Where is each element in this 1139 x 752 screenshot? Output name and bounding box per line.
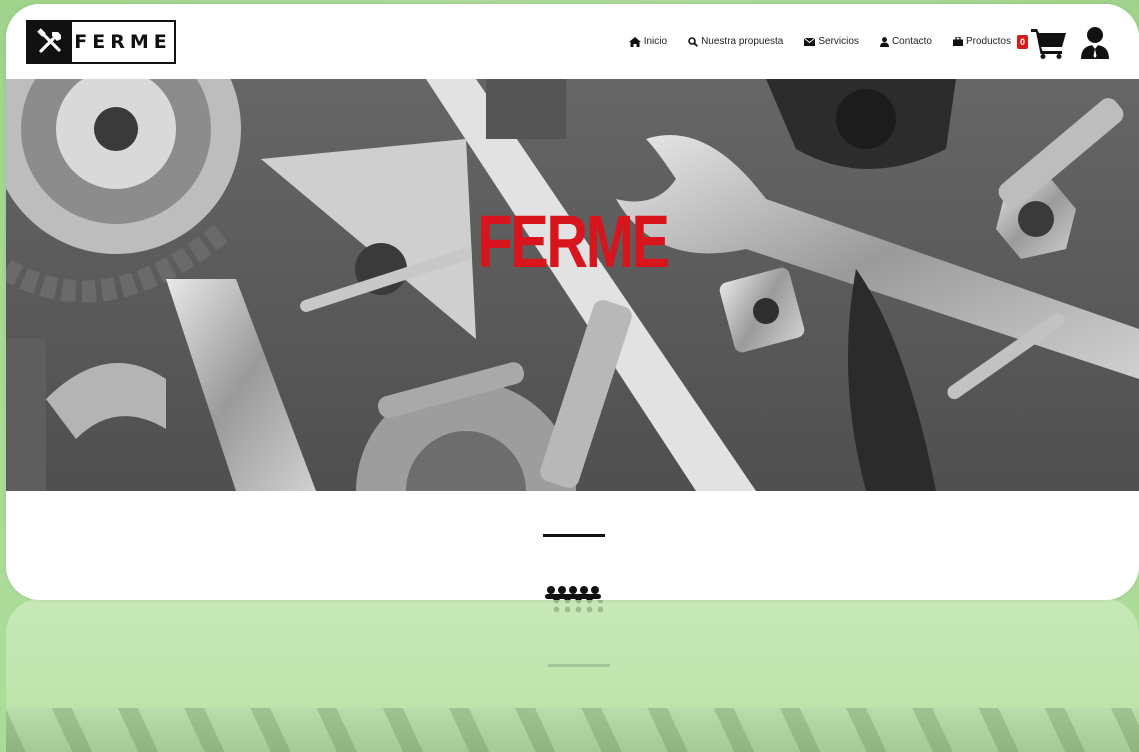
navbar: FERME Inicio Nuestra propuesta Servicios… <box>6 4 1139 79</box>
home-icon <box>628 36 641 47</box>
users-icon <box>545 583 603 600</box>
main-nav: Inicio Nuestra propuesta Servicios Conta… <box>628 36 1011 47</box>
section-divider <box>543 534 605 537</box>
user-tie-icon <box>1081 27 1109 59</box>
reflection-divider <box>548 664 610 667</box>
logo-text: FERME <box>74 31 172 53</box>
cart-button[interactable]: 0 <box>1017 26 1067 60</box>
hero-title: FERME <box>477 200 670 283</box>
nav-item-productos[interactable]: Productos <box>952 36 1011 47</box>
nav-item-nuestra-propuesta[interactable]: Nuestra propuesta <box>688 36 783 47</box>
search-icon <box>688 36 699 47</box>
card-reflection <box>6 598 1139 752</box>
reflection-users-icon <box>551 598 607 614</box>
main-card: FERME Inicio Nuestra propuesta Servicios… <box>6 4 1139 600</box>
user-icon <box>879 36 889 47</box>
envelope-icon <box>804 37 816 46</box>
nav-label-nuestra-propuesta: Nuestra propuesta <box>701 36 784 47</box>
shopping-cart-icon <box>1031 29 1066 59</box>
reflection-hero <box>6 708 1139 752</box>
briefcase-icon <box>952 37 963 46</box>
nav-label-contacto: Contacto <box>891 36 932 47</box>
tools-logo-icon <box>28 22 72 62</box>
tools-background-image <box>6 79 1139 491</box>
nav-item-inicio[interactable]: Inicio <box>628 36 668 47</box>
nav-label-inicio: Inicio <box>643 36 668 47</box>
nav-label-productos: Productos <box>965 36 1011 47</box>
hero-banner: FERME <box>6 79 1139 491</box>
account-button[interactable] <box>1080 26 1110 60</box>
nav-item-servicios[interactable]: Servicios <box>804 36 859 47</box>
logo[interactable]: FERME <box>26 20 176 64</box>
nav-item-contacto[interactable]: Contacto <box>879 36 932 47</box>
cart-count-badge: 0 <box>1017 35 1028 49</box>
nav-label-servicios: Servicios <box>818 36 859 47</box>
